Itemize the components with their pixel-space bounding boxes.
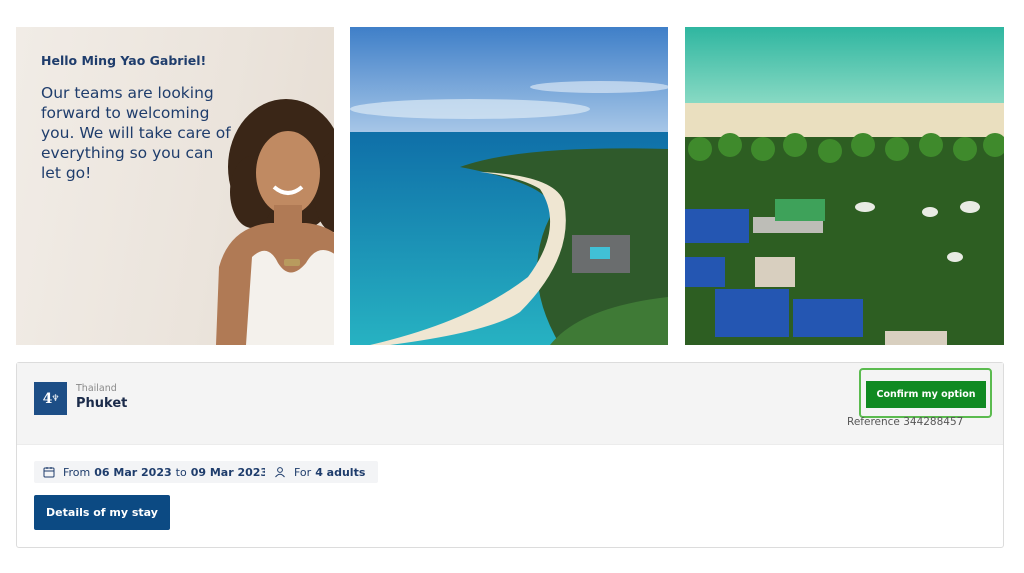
- welcome-panel: Hello Ming Yao Gabriel! Our teams are lo…: [16, 27, 334, 345]
- destination-country: Thailand: [76, 383, 117, 394]
- users-icon: [274, 465, 288, 479]
- dates-from-label: From: [63, 465, 91, 479]
- stay-dates: From 06 Mar 2023 to 09 Mar 2023: [34, 461, 282, 483]
- resort-photo: [685, 27, 1004, 345]
- stay-details-button[interactable]: Details of my stay: [34, 495, 170, 530]
- guests-value: 4 adults: [315, 465, 366, 479]
- confirm-option-button[interactable]: Confirm my option: [866, 381, 986, 408]
- calendar-icon: [43, 465, 57, 479]
- guest-count: For 4 adults: [265, 461, 379, 483]
- destination-city: Phuket: [76, 396, 128, 411]
- hotel-logo: 4 ♆: [34, 382, 67, 415]
- hero-banner: Hello Ming Yao Gabriel! Our teams are lo…: [16, 27, 1004, 345]
- booking-reference: Reference 344288457: [847, 416, 964, 428]
- staff-photo: [216, 99, 334, 345]
- guests-label: For: [294, 465, 312, 479]
- booking-card-header: 4 ♆ Thailand Phuket Confirm my option Ref…: [17, 363, 1003, 445]
- confirm-button-highlight: Confirm my option: [859, 368, 992, 418]
- booking-card: 4 ♆ Thailand Phuket Confirm my option Ref…: [16, 362, 1004, 548]
- dates-to-label: to: [175, 465, 187, 479]
- dates-to-value: 09 Mar 2023: [190, 465, 269, 479]
- bay-photo: [350, 27, 668, 345]
- dates-from-value: 06 Mar 2023: [94, 465, 172, 479]
